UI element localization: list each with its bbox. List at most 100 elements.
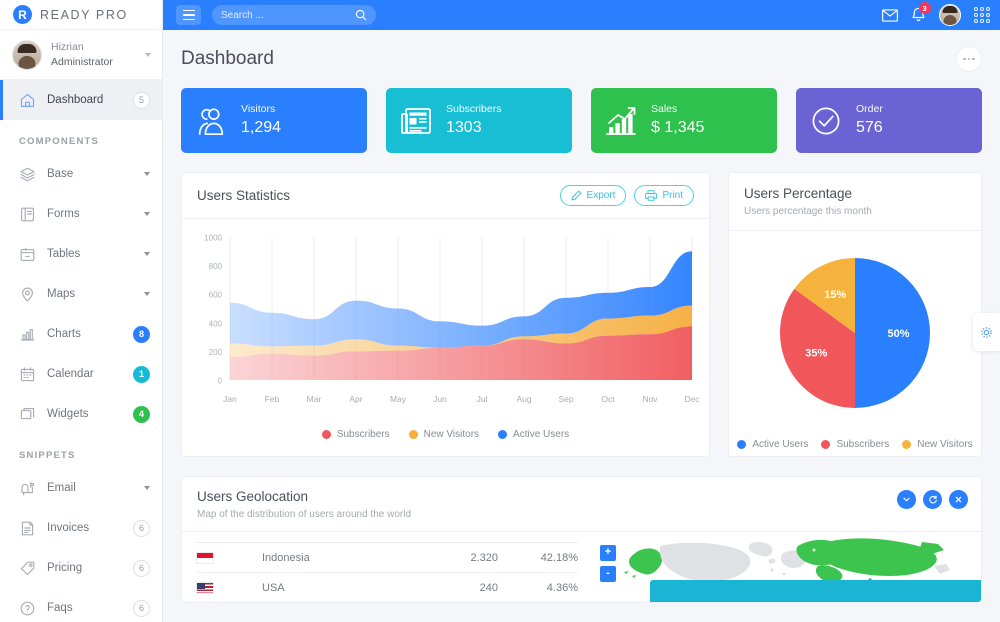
sidebar-item-pricing[interactable]: Pricing 6	[0, 548, 162, 588]
brand-name: READY PRO	[40, 7, 128, 22]
table-row[interactable]: USA 240 4.36%	[196, 572, 578, 602]
stat-label: Order	[856, 102, 883, 115]
sidebar-item-label: Invoices	[47, 522, 90, 534]
table-row[interactable]: Indonesia 2.320 42.18%	[196, 542, 578, 572]
widgets-icon	[20, 407, 35, 419]
users-statistics-card: Users Statistics Export Print 0 200 400 …	[181, 172, 710, 457]
brand[interactable]: R READY PRO	[0, 0, 162, 30]
stat-card-sales[interactable]: Sales $ 1,345	[591, 88, 777, 153]
svg-text:Apr: Apr	[349, 394, 362, 404]
stat-value: $ 1,345	[651, 119, 705, 137]
topbar: 3	[163, 0, 1000, 30]
sidebar-item-label: Maps	[47, 288, 76, 300]
area-chart: 0 200 400 600 800 1000 Jan Feb Mar Apr May Jun Jul Au…	[182, 219, 709, 423]
legend-item[interactable]: Subscribers	[821, 439, 889, 450]
legend-item[interactable]: Subscribers	[321, 429, 390, 440]
nav-badge: 6	[132, 559, 150, 577]
users-percentage-subtitle: Users percentage this month	[744, 206, 872, 217]
pencil-icon	[571, 190, 581, 201]
refresh-button[interactable]	[923, 490, 942, 509]
newspaper-icon	[401, 107, 431, 134]
legend-item[interactable]: Active Users	[498, 429, 569, 440]
more-options-button[interactable]	[956, 46, 982, 72]
legend-item[interactable]: Active Users	[737, 439, 808, 450]
refresh-icon	[928, 495, 937, 503]
charts-row: Users Statistics Export Print 0 200 400 …	[181, 172, 982, 457]
topbar-avatar[interactable]	[938, 4, 961, 26]
sidebar-item-maps[interactable]: Maps	[0, 274, 162, 314]
geolocation-header: Users Geolocation Map of the distributio…	[182, 477, 981, 532]
export-button[interactable]: Export	[559, 185, 627, 206]
sidebar-item-forms[interactable]: Forms	[0, 194, 162, 234]
geo-country: Indonesia	[262, 551, 310, 564]
sidebar-item-dashboard[interactable]: Dashboard 5	[0, 80, 162, 120]
world-map[interactable]: + -	[592, 532, 981, 602]
sidebar-item-faqs[interactable]: Faqs 6	[0, 588, 162, 622]
sidebar-item-tables[interactable]: Tables	[0, 234, 162, 274]
chevron-down-icon	[903, 497, 910, 502]
svg-text:Aug: Aug	[516, 394, 531, 404]
sidebar-user[interactable]: Hizrian Administrator	[0, 30, 162, 80]
map-zoom-in-button[interactable]: +	[600, 545, 616, 561]
printer-icon	[645, 190, 658, 201]
legend-label: Subscribers	[336, 429, 390, 440]
stat-value: 576	[856, 119, 883, 137]
settings-tab-button[interactable]	[973, 313, 1000, 351]
legend-color-dot	[321, 430, 331, 439]
sidebar-item-charts[interactable]: Charts 8	[0, 314, 162, 354]
map-zoom-out-button[interactable]: -	[600, 566, 616, 582]
svg-text:400: 400	[209, 319, 223, 328]
users-icon	[198, 107, 224, 135]
stat-card-order[interactable]: Order 576	[796, 88, 982, 153]
nav-badge: 4	[133, 405, 150, 423]
chart-icon	[20, 328, 35, 341]
legend-item[interactable]: New Visitors	[408, 429, 480, 440]
legend-item[interactable]: New Visitors	[902, 439, 973, 450]
hamburger-icon[interactable]	[176, 5, 201, 25]
legend-label: Subscribers	[836, 439, 890, 450]
nav-badge: 6	[132, 599, 150, 617]
legend-color-dot	[902, 440, 912, 449]
pie-slice-label: 35%	[805, 348, 827, 360]
search-icon[interactable]	[355, 9, 367, 21]
sidebar-item-widgets[interactable]: Widgets 4	[0, 394, 162, 434]
notifications[interactable]: 3	[911, 2, 931, 23]
stat-card-subscribers[interactable]: Subscribers 1303	[386, 88, 572, 153]
collapse-button[interactable]	[897, 490, 916, 509]
svg-text:Nov: Nov	[642, 394, 658, 404]
svg-text:Jun: Jun	[433, 394, 447, 404]
stat-label: Subscribers	[446, 102, 502, 115]
search-box[interactable]	[212, 5, 376, 25]
dashboard-app: R READY PRO Hizrian Administrator Dashbo…	[0, 0, 1000, 622]
print-button[interactable]: Print	[634, 185, 694, 206]
pie-chart: 50% 35% 15% Active Users Subscribers New V…	[729, 231, 981, 450]
home-icon	[20, 93, 35, 107]
search-input[interactable]	[221, 9, 355, 21]
sidebar-item-email[interactable]: Email	[0, 468, 162, 508]
users-geolocation-card: Users Geolocation Map of the distributio…	[181, 476, 982, 603]
table-icon	[20, 247, 35, 261]
svg-text:Sep: Sep	[558, 394, 573, 404]
stat-card-visitors[interactable]: Visitors 1,294	[181, 88, 367, 153]
users-percentage-title: Users Percentage	[744, 186, 853, 201]
chevron-down-icon	[144, 486, 150, 490]
flag-icon-usa	[196, 581, 214, 594]
sidebar-item-invoices[interactable]: Invoices 6	[0, 508, 162, 548]
envelope-icon[interactable]	[881, 8, 898, 22]
pie-slice-label: 15%	[824, 289, 846, 301]
svg-text:600: 600	[209, 291, 223, 300]
sidebar-item-base[interactable]: Base	[0, 154, 162, 194]
nav-badge: 8	[133, 325, 150, 343]
user-name: Hizrian	[51, 41, 84, 54]
svg-text:Jan: Jan	[223, 394, 237, 404]
geo-percent: 4.36%	[546, 581, 578, 594]
sidebar-item-calendar[interactable]: Calendar 1	[0, 354, 162, 394]
forms-icon	[21, 207, 34, 221]
sidebar-section-title: COMPONENTS	[19, 136, 100, 147]
mailbox-icon	[21, 481, 34, 495]
close-button[interactable]	[949, 490, 968, 509]
sidebar-item-label: Widgets	[47, 408, 89, 420]
nav-badge: 1	[133, 365, 150, 383]
apps-grid-icon[interactable]	[973, 6, 990, 24]
legend-label: New Visitors	[423, 429, 480, 440]
